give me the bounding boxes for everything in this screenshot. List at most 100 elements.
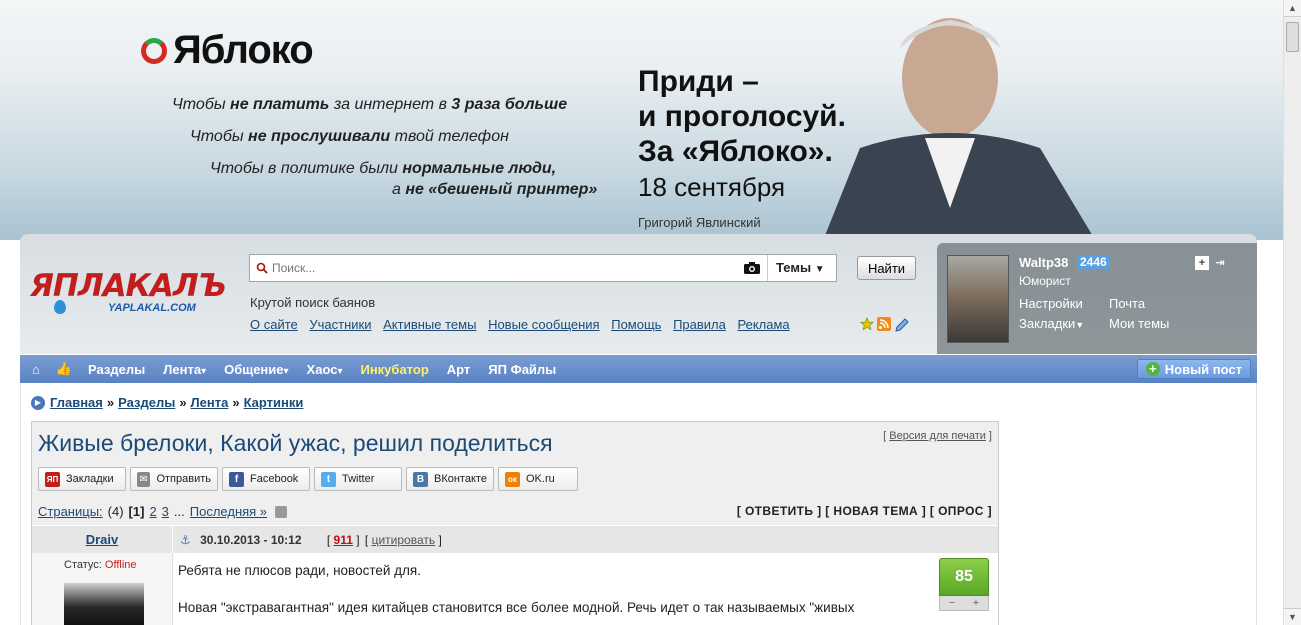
chevron-down-icon: ▼: [814, 264, 825, 275]
search-icon: [256, 262, 268, 274]
breadcrumb-pictures[interactable]: Картинки: [244, 395, 304, 410]
pagination-page-2[interactable]: 2: [149, 504, 156, 519]
rss-icon[interactable]: [877, 317, 891, 331]
share-twitter-button[interactable]: t Twitter: [314, 467, 402, 491]
banner-author: Григорий Явлинский: [638, 215, 761, 230]
search-box: Темы ▼: [249, 254, 837, 282]
pagination: Страницы: (4) [1] 2 3 ... Последняя »: [38, 504, 288, 519]
home-icon[interactable]: ⌂: [32, 362, 40, 377]
chevron-down-icon: ▾: [337, 365, 343, 377]
link-help[interactable]: Помощь: [611, 317, 661, 332]
karma-badge: 2446: [1077, 255, 1110, 269]
logout-icon[interactable]: ⇥: [1213, 256, 1227, 270]
scroll-thumb[interactable]: [1286, 22, 1299, 52]
search-scope-value: Темы: [776, 260, 812, 275]
share-label: OK.ru: [526, 473, 555, 485]
post-author: Draiv: [32, 526, 173, 554]
share-label: Facebook: [250, 473, 299, 485]
cite-link[interactable]: цитировать: [372, 533, 436, 547]
share-facebook-button[interactable]: f Facebook: [222, 467, 310, 491]
nav-incubator[interactable]: Инкубатор: [360, 362, 428, 377]
pagination-last[interactable]: Последняя »: [190, 504, 267, 519]
banner-line-3: Чтобы в политике были нормальные люди,: [210, 160, 557, 177]
search-button[interactable]: Найти: [857, 256, 916, 280]
plus-icon[interactable]: +: [973, 596, 979, 610]
play-icon: ▶: [31, 395, 45, 410]
star-icon[interactable]: [860, 317, 874, 331]
share-ok-button[interactable]: ок OK.ru: [498, 467, 578, 491]
link-ads[interactable]: Реклама: [737, 317, 789, 332]
header-icons: [860, 317, 910, 333]
post-number[interactable]: 911: [334, 533, 353, 547]
nav-feed[interactable]: Лента▾: [163, 362, 206, 377]
apple-logo-icon: [141, 37, 167, 64]
nav-art[interactable]: Арт: [447, 362, 471, 377]
page-title: Живые брелоки, Какой ужас, решил поделит…: [38, 430, 553, 456]
advertisement-banner[interactable]: Яблоко Чтобы не платить за интернет в 3 …: [0, 0, 1283, 240]
menu-settings[interactable]: Настройки: [1019, 296, 1083, 311]
link-about[interactable]: О сайте: [250, 317, 298, 332]
pagination-label[interactable]: Страницы:: [38, 504, 103, 519]
camera-icon[interactable]: [743, 261, 761, 275]
pagination-page-3[interactable]: 3: [162, 504, 169, 519]
breadcrumb-sections[interactable]: Разделы: [118, 395, 175, 410]
anchor-icon[interactable]: ⚓: [180, 533, 191, 547]
link-rules[interactable]: Правила: [673, 317, 726, 332]
topic-actions[interactable]: [ ОТВЕТИТЬ ] [ НОВАЯ ТЕМА ] [ ОПРОС ]: [737, 504, 992, 518]
pencil-icon[interactable]: [894, 317, 910, 333]
thumbs-up-icon[interactable]: 👍: [56, 361, 72, 377]
banner-date: 18 сентября: [638, 172, 786, 202]
nav-sections[interactable]: Разделы: [88, 362, 145, 377]
scroll-up-icon[interactable]: ▲: [1284, 0, 1301, 17]
page-content: ▶ Главная » Разделы » Лента » Картинки Ж…: [20, 383, 1257, 625]
breadcrumb-feed[interactable]: Лента: [191, 395, 229, 410]
banner-brand: Яблоко: [173, 28, 314, 72]
post-author-sidebar: Статус: Offline: [32, 553, 173, 625]
link-members[interactable]: Участники: [309, 317, 371, 332]
breadcrumb: ▶ Главная » Разделы » Лента » Картинки: [31, 395, 303, 410]
share-bookmarks-button[interactable]: ЯП Закладки: [38, 467, 126, 491]
nav-chaos[interactable]: Хаос▾: [307, 362, 343, 377]
site-logo-url: YAPLAKAL.COM: [108, 302, 196, 314]
chevron-down-icon: ▾: [201, 365, 207, 377]
main-navigation: ⌂ 👍 Разделы Лента▾ Общение▾ Хаос▾ Инкуба…: [20, 355, 1257, 383]
share-label: Отправить: [156, 473, 211, 485]
share-label: ВКонтакте: [434, 473, 487, 485]
menu-my-topics[interactable]: Мои темы: [1109, 316, 1169, 331]
pagination-dropdown-icon[interactable]: [275, 505, 288, 518]
share-vk-button[interactable]: В ВКонтакте: [406, 467, 494, 491]
new-post-button[interactable]: + Новый пост: [1136, 359, 1251, 379]
link-new-messages[interactable]: Новые сообщения: [488, 317, 600, 332]
post-text-line: Ребята не плюсов ради, новостей для.: [178, 563, 421, 578]
breadcrumb-home[interactable]: Главная: [50, 395, 103, 410]
minus-icon[interactable]: −: [949, 596, 955, 610]
header-links: О сайте Участники Активные темы Новые со…: [250, 317, 798, 332]
search-input[interactable]: [268, 261, 743, 275]
banner-line-2: Чтобы не прослушивали твой телефон: [190, 128, 509, 145]
breadcrumb-separator: »: [179, 395, 187, 410]
menu-mail[interactable]: Почта: [1109, 296, 1145, 311]
share-send-button[interactable]: ✉ Отправить: [130, 467, 218, 491]
add-icon[interactable]: +: [1195, 256, 1209, 270]
menu-bookmarks[interactable]: Закладки▼: [1019, 316, 1084, 331]
page-scrollbar[interactable]: ▲ ▼: [1283, 0, 1301, 625]
banner-line-4: а не «бешеный принтер»: [392, 181, 598, 198]
status-offline: Offline: [104, 559, 137, 571]
site-logo[interactable]: ЯПЛАКАЛЪ YAPLAKAL.COM: [30, 270, 230, 320]
post-rating: 85 − +: [939, 558, 989, 611]
post-author-link[interactable]: Draiv: [86, 532, 119, 547]
print-version-link[interactable]: Версия для печати: [889, 430, 986, 442]
nav-files[interactable]: ЯП Файлы: [488, 362, 556, 377]
scroll-down-icon[interactable]: ▼: [1284, 608, 1301, 625]
search-scope-select[interactable]: Темы ▼: [767, 255, 836, 281]
chevron-down-icon: ▾: [283, 365, 289, 377]
user-avatar[interactable]: [947, 255, 1009, 343]
username[interactable]: Waltp38: [1019, 255, 1068, 270]
rating-controls: − +: [939, 596, 989, 611]
post-text-line: Новая "экстравагантная" идея китайцев ст…: [178, 600, 855, 615]
link-active-topics[interactable]: Активные темы: [383, 317, 476, 332]
new-post-label: Новый пост: [1164, 361, 1242, 377]
author-avatar[interactable]: [64, 583, 144, 625]
nav-communication[interactable]: Общение▾: [224, 362, 288, 377]
pagination-count: (4): [107, 504, 124, 519]
